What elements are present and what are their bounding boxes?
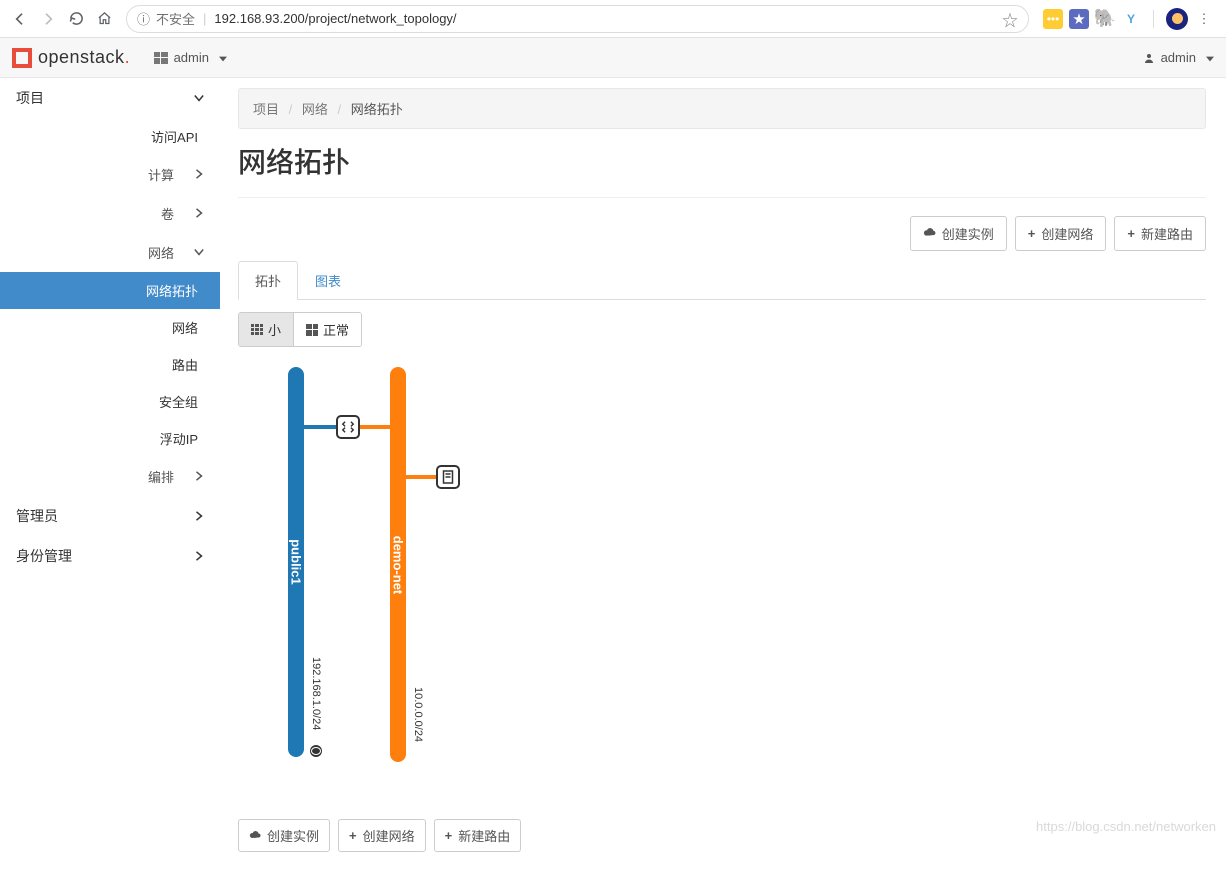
tab-topology[interactable]: 拓扑 [238, 261, 298, 300]
cloud-upload-icon [923, 227, 936, 240]
sidebar-item-admin[interactable]: 管理员 [0, 496, 220, 536]
extension-icons: ••• ★ 🐘 Y ⋮ [1037, 8, 1220, 30]
sidebar-item-network-topology[interactable]: 网络拓扑 [0, 272, 220, 309]
network-bar-public1[interactable]: public1 [288, 367, 304, 757]
sidebar-item-project[interactable]: 项目 [0, 78, 220, 118]
sidebar-item-floating-ips[interactable]: 浮动IP [0, 420, 220, 457]
sidebar-item-identity[interactable]: 身份管理 [0, 536, 220, 576]
chevron-right-icon [194, 206, 204, 221]
router-node[interactable] [336, 415, 360, 439]
chevron-right-icon [194, 548, 204, 564]
create-router-button[interactable]: + 新建路由 [1114, 216, 1206, 251]
user-menu[interactable]: admin [1143, 50, 1214, 65]
project-selector[interactable]: admin [154, 50, 227, 65]
grid-small-icon [251, 324, 263, 336]
size-small-button[interactable]: 小 [239, 313, 293, 346]
evernote-icon[interactable]: 🐘 [1095, 9, 1115, 29]
chevron-right-icon [194, 469, 204, 484]
connector-line [356, 425, 391, 429]
view-tabs: 拓扑 图表 [238, 261, 1206, 300]
profile-avatar[interactable] [1166, 8, 1188, 30]
tab-graph[interactable]: 图表 [298, 261, 358, 299]
sidebar-item-compute[interactable]: 计算 [0, 155, 220, 194]
extension-icon[interactable]: ••• [1043, 9, 1063, 29]
chevron-down-icon [219, 50, 227, 65]
project-icon [154, 52, 168, 64]
launch-instance-button[interactable]: 创建实例 [910, 216, 1007, 251]
create-network-button-bottom[interactable]: + 创建网络 [338, 819, 426, 852]
sidebar-item-orchestration[interactable]: 编排 [0, 457, 220, 496]
brand-text: openstack [38, 47, 125, 68]
size-toggle: 小 正常 [238, 312, 362, 347]
openstack-topbar: openstack. admin admin [0, 38, 1226, 78]
cloud-upload-icon [249, 830, 261, 842]
server-icon [442, 470, 454, 484]
openstack-logo[interactable]: openstack. [12, 47, 130, 68]
top-actions: 创建实例 + 创建网络 + 新建路由 [238, 216, 1206, 251]
plus-icon: + [1127, 226, 1135, 241]
browser-menu-button[interactable]: ⋮ [1194, 11, 1214, 27]
chevron-down-icon [194, 90, 204, 106]
instance-node[interactable] [436, 465, 460, 489]
breadcrumb-network[interactable]: 网络 [302, 102, 328, 117]
security-label: 不安全 [156, 9, 195, 28]
chevron-right-icon [194, 508, 204, 524]
connector-line [304, 425, 339, 429]
plus-icon: + [349, 828, 357, 843]
sidebar-item-security-groups[interactable]: 安全组 [0, 383, 220, 420]
chevron-right-icon [194, 167, 204, 182]
openstack-logo-icon [12, 48, 32, 68]
breadcrumb-current: 网络拓扑 [351, 102, 403, 117]
reload-button[interactable] [62, 5, 90, 33]
chevron-down-icon [1206, 50, 1214, 65]
chevron-down-icon [194, 245, 204, 260]
grid-large-icon [306, 324, 318, 336]
sidebar-item-network[interactable]: 网络 [0, 233, 220, 272]
page-title: 网络拓扑 [238, 141, 1206, 181]
create-router-button-bottom[interactable]: + 新建路由 [434, 819, 522, 852]
extension-icon[interactable]: Y [1121, 9, 1141, 29]
network-name: demo-net [391, 535, 406, 594]
topology-canvas[interactable]: public1 192.168.1.0/24 demo-net 10.0.0.0… [238, 367, 1206, 807]
home-button[interactable] [90, 5, 118, 33]
sidebar-item-volume[interactable]: 卷 [0, 194, 220, 233]
plus-icon: + [1028, 226, 1036, 241]
breadcrumb-project[interactable]: 项目 [253, 102, 279, 117]
router-icon [341, 420, 355, 434]
bottom-actions: 创建实例 + 创建网络 + 新建路由 [238, 819, 1206, 852]
user-name: admin [1161, 50, 1196, 65]
address-bar[interactable]: ⓘ 不安全 | 192.168.93.200/project/network_t… [126, 5, 1029, 33]
launch-instance-button-bottom[interactable]: 创建实例 [238, 819, 330, 852]
size-normal-button[interactable]: 正常 [293, 313, 361, 346]
breadcrumb: 项目 / 网络 / 网络拓扑 [238, 88, 1206, 129]
globe-icon [310, 745, 322, 757]
project-name: admin [174, 50, 209, 65]
extension-icon[interactable]: ★ [1069, 9, 1089, 29]
person-icon [1143, 52, 1155, 64]
url-text: 192.168.93.200/project/network_topology/ [214, 11, 456, 26]
back-button[interactable] [6, 5, 34, 33]
create-network-button[interactable]: + 创建网络 [1015, 216, 1107, 251]
bookmark-star-icon[interactable]: ☆ [1002, 7, 1018, 31]
network-name: public1 [289, 539, 304, 585]
cidr-label: 10.0.0.0/24 [412, 687, 424, 742]
content-area: 项目 / 网络 / 网络拓扑 网络拓扑 创建实例 + 创建网络 + 新建路由 拓… [220, 78, 1226, 882]
sidebar: 项目 访问API 计算 卷 网络 网络拓扑 网络 路由 安全组 浮动IP 编排 … [0, 78, 220, 882]
sidebar-item-access-api[interactable]: 访问API [0, 118, 220, 155]
sidebar-item-networks[interactable]: 网络 [0, 309, 220, 346]
browser-toolbar: ⓘ 不安全 | 192.168.93.200/project/network_t… [0, 0, 1226, 38]
network-bar-demo-net[interactable]: demo-net [390, 367, 406, 762]
sidebar-item-routers[interactable]: 路由 [0, 346, 220, 383]
plus-icon: + [445, 828, 453, 843]
info-icon: ⓘ [137, 9, 150, 28]
cidr-label: 192.168.1.0/24 [310, 657, 322, 730]
forward-button[interactable] [34, 5, 62, 33]
